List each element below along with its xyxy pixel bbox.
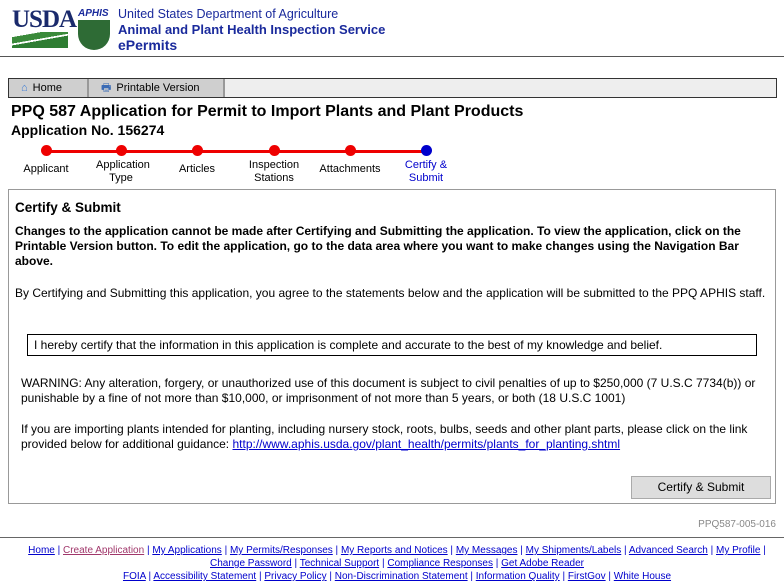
home-label: Home (32, 82, 62, 94)
footer-link[interactable]: Privacy Policy (264, 571, 326, 582)
footer-links: Home | Create Application | My Applicati… (28, 545, 766, 582)
header-agency: Animal and Plant Health Inspection Servi… (118, 22, 386, 37)
usda-logo: USDA (12, 6, 77, 48)
aphis-logo-text: APHIS (78, 8, 109, 19)
plants-for-planting-link[interactable]: http://www.aphis.usda.gov/plant_health/p… (232, 437, 620, 451)
printable-version-button[interactable]: 🖶 Printable Version (89, 79, 225, 97)
footer-link[interactable]: Compliance Responses (387, 558, 493, 569)
footer-link[interactable]: Home (28, 545, 55, 556)
warning-text: WARNING: Any alteration, forgery, or una… (21, 376, 756, 405)
printable-label: Printable Version (116, 82, 200, 94)
step-label: Inspection Stations (248, 159, 300, 184)
step-label: Attachments (319, 163, 381, 175)
step-inspection-stations[interactable]: Inspection Stations (234, 145, 314, 185)
header-department: United States Department of Agriculture (118, 7, 339, 21)
step-label: Certify & Submit (404, 159, 448, 184)
form-reference: PPQ587-005-016 (698, 519, 776, 530)
step-label: Applicant (23, 163, 69, 175)
footer-link[interactable]: Technical Support (300, 558, 380, 569)
step-label: Articles (178, 163, 216, 175)
application-number: Application No. 156274 (11, 122, 165, 138)
footer-link[interactable]: My Shipments/Labels (526, 545, 622, 556)
certify-panel: Certify & Submit Changes to the applicat… (8, 189, 776, 504)
footer-link[interactable]: Information Quality (476, 571, 560, 582)
home-button[interactable]: ⌂ Home (9, 79, 89, 97)
footer-link[interactable]: Create Application (63, 545, 144, 556)
footer-link[interactable]: My Profile (716, 545, 760, 556)
footer-link[interactable]: FOIA (123, 571, 146, 582)
footer-link[interactable]: Non-Discrimination Statement (335, 571, 468, 582)
footer-link[interactable]: Accessibility Statement (153, 571, 256, 582)
footer-link[interactable]: FirstGov (568, 571, 606, 582)
progress-nav: Applicant Application Type Articles Insp… (0, 145, 460, 190)
usda-logo-text: USDA (12, 6, 77, 33)
footer-link[interactable]: White House (614, 571, 671, 582)
page-title: PPQ 587 Application for Permit to Import… (11, 103, 524, 120)
agreement-text: By Certifying and Submitting this applic… (15, 286, 766, 300)
header-app-name: ePermits (118, 37, 178, 53)
footer-link[interactable]: My Applications (152, 545, 221, 556)
notice-text: Changes to the application cannot be mad… (15, 224, 741, 268)
footer-link[interactable]: My Permits/Responses (230, 545, 333, 556)
step-label: Application Type (96, 159, 150, 184)
step-applicant[interactable]: Applicant (6, 145, 86, 176)
step-application-type[interactable]: Application Type (81, 145, 161, 185)
step-articles[interactable]: Articles (157, 145, 237, 176)
certify-submit-button[interactable]: Certify & Submit (631, 476, 771, 499)
toolbar: ⌂ Home 🖶 Printable Version (8, 78, 777, 98)
footer-link[interactable]: Change Password (210, 558, 292, 569)
footer-link[interactable]: Get Adobe Reader (501, 558, 584, 569)
home-icon: ⌂ (21, 82, 28, 94)
aphis-logo: APHIS (78, 8, 112, 50)
footer-link[interactable]: Advanced Search (629, 545, 708, 556)
certification-statement: I hereby certify that the information in… (27, 334, 757, 356)
printer-icon: 🖶 (101, 81, 112, 94)
step-certify-submit[interactable]: Certify & Submit (386, 145, 466, 185)
planting-guidance: If you are importing plants intended for… (21, 422, 766, 452)
footer-link[interactable]: My Messages (456, 545, 518, 556)
footer-link[interactable]: My Reports and Notices (341, 545, 448, 556)
section-heading: Certify & Submit (15, 200, 121, 215)
site-header: USDA APHIS United States Department of A… (0, 0, 784, 57)
step-attachments[interactable]: Attachments (310, 145, 390, 176)
